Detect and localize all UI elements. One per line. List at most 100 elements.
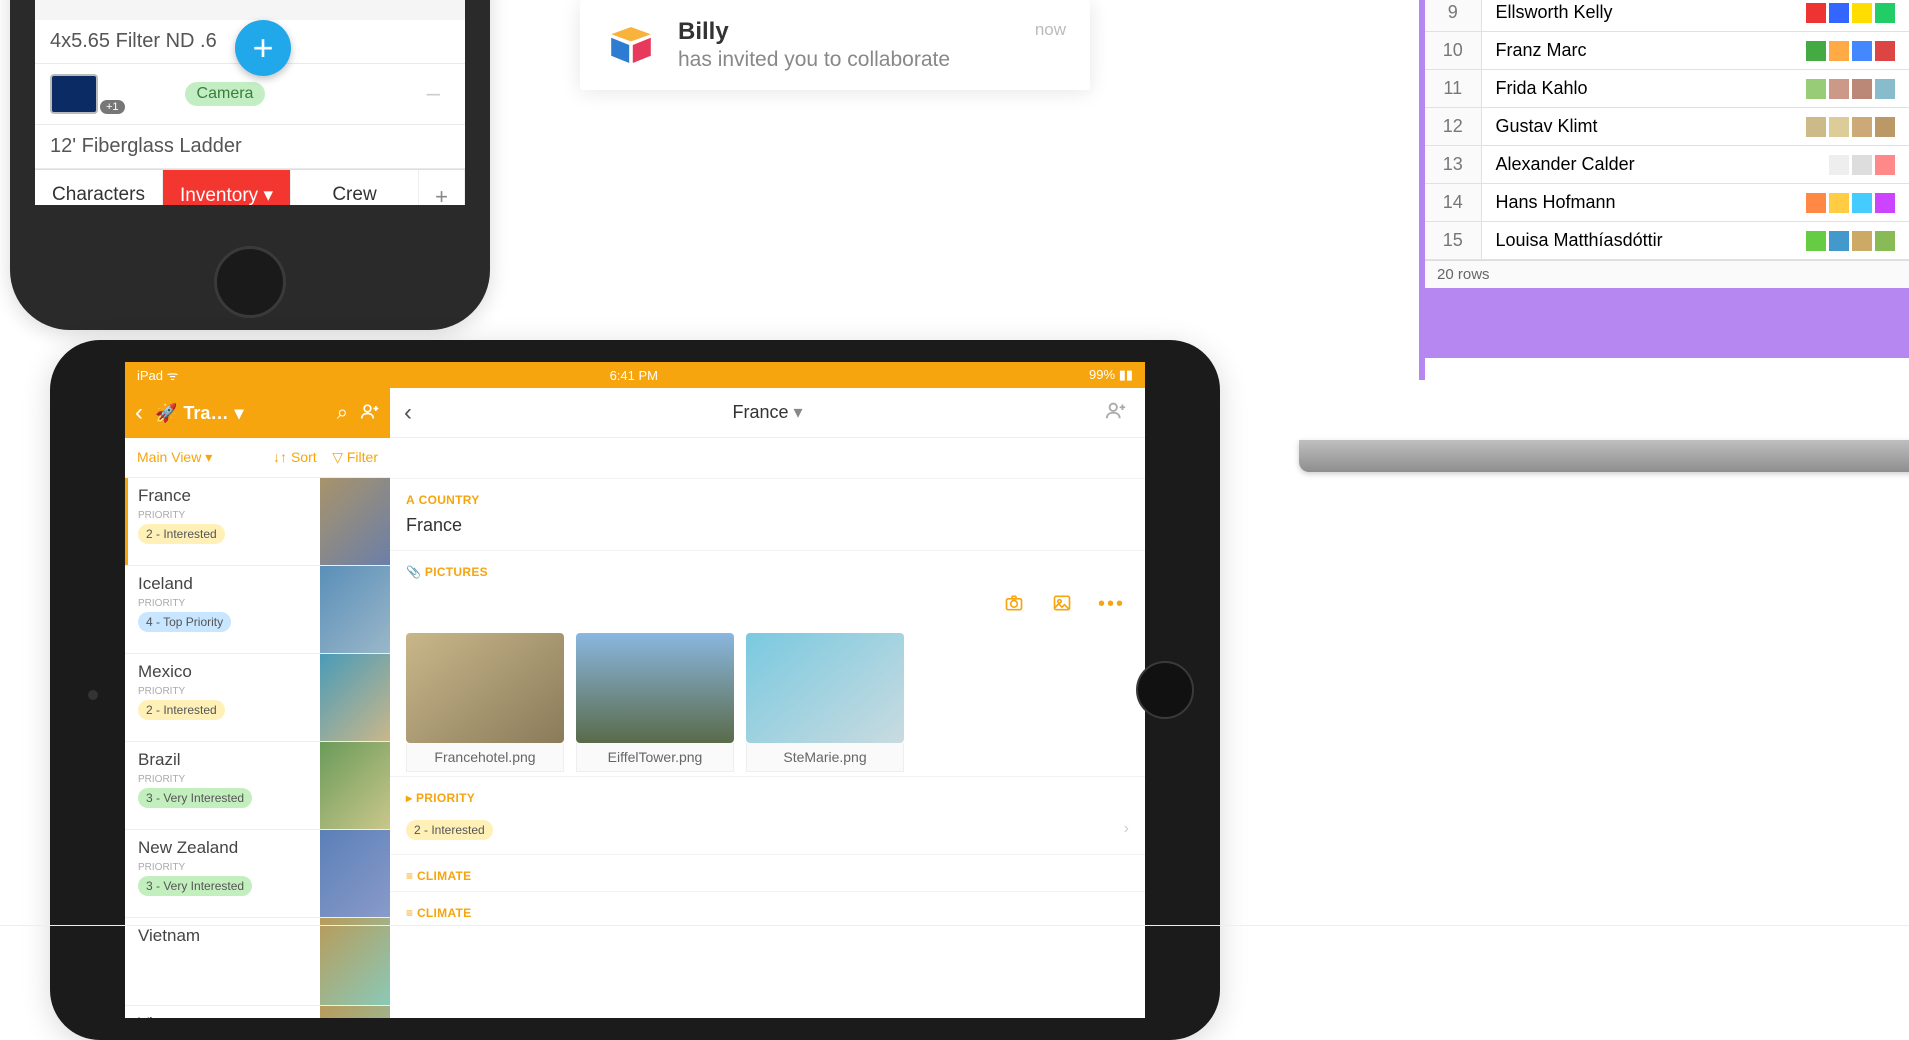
row-number: 14 — [1425, 184, 1481, 222]
row-ladder[interactable]: 12' Fiberglass Ladder — [35, 125, 465, 169]
ipad-screen: iPad ᯤ 6:41 PM 99% ▮▮ ‹ 🚀 Tra… ▾ ⌕ ‹ — [125, 362, 1145, 1018]
status-battery: 99% ▮▮ — [1089, 367, 1133, 383]
artist-name: Franz Marc — [1481, 32, 1792, 70]
section-climate-header: ≡ CLIMATE — [390, 854, 1145, 891]
attachment-icon: 📎 — [406, 565, 421, 579]
share-icon[interactable] — [360, 401, 380, 426]
detail-title[interactable]: France — [732, 402, 788, 422]
picture-item[interactable]: SteMarie.png — [746, 633, 904, 772]
priority-chip: 2 - Interested — [406, 820, 493, 840]
iphone-home-button[interactable] — [214, 246, 286, 318]
country-value[interactable]: France — [390, 515, 1145, 550]
section-pictures-header: 📎 PICTURES — [390, 550, 1145, 587]
list-item[interactable]: New Zealand PRIORITY 3 - Very Interested — [125, 830, 390, 918]
artist-name: Hans Hofmann — [1481, 184, 1792, 222]
text-field-icon: ≡ — [406, 869, 413, 883]
artwork-swatches — [1792, 184, 1909, 222]
back-chevron-icon[interactable]: ‹ — [135, 399, 143, 427]
list-item-title: New Zealand — [138, 838, 310, 858]
list-item-chip: 2 - Interested — [138, 700, 225, 720]
base-title[interactable]: Tra… — [183, 403, 228, 424]
artist-name: Louisa Matthíasdóttir — [1481, 222, 1792, 260]
table-row[interactable]: 13 Alexander Calder — [1425, 146, 1909, 184]
filter-button[interactable]: ▽ Filter — [332, 449, 378, 465]
iphone-device: 4x5.65 Filter ND .6 +1 Camera – 12' Fibe… — [10, 0, 490, 330]
list-item-chip: 4 - Top Priority — [138, 612, 231, 632]
picture-item[interactable]: EiffelTower.png — [576, 633, 734, 772]
row-ladder-text: 12' Fiberglass Ladder — [50, 135, 242, 157]
status-carrier: iPad ᯤ — [137, 366, 179, 384]
list-item-chip: 3 - Very Interested — [138, 876, 252, 896]
list-item[interactable]: Mexico PRIORITY 2 - Interested — [125, 654, 390, 742]
ipad-home-button[interactable] — [1136, 661, 1194, 719]
picture-thumbnail — [406, 633, 564, 743]
artwork-swatches — [1792, 70, 1909, 108]
notification-time: now — [1035, 20, 1066, 40]
list-item-label: PRIORITY — [138, 774, 310, 785]
artist-name: Ellsworth Kelly — [1481, 0, 1792, 32]
purple-bar — [1425, 288, 1909, 358]
notification-name: Billy — [678, 18, 729, 45]
section-climate-header-2: ≡ CLIMATE — [390, 891, 1145, 928]
artwork-swatches — [1792, 146, 1909, 184]
artist-name: Gustav Klimt — [1481, 108, 1792, 146]
list-item-thumbnail — [320, 742, 390, 829]
status-time: 6:41 PM — [610, 368, 658, 383]
table-row[interactable]: 9 Ellsworth Kelly — [1425, 0, 1909, 32]
gallery-icon[interactable] — [1050, 593, 1074, 619]
attachment-thumbnail — [50, 74, 98, 114]
table-row[interactable]: 10 Franz Marc — [1425, 32, 1909, 70]
rocket-icon: 🚀 — [155, 403, 177, 424]
laptop-screen: 6 Thornton Willis 7 Miya Ando 8 Barnett … — [1419, 0, 1909, 380]
add-fab-button[interactable]: + — [235, 20, 291, 76]
tab-crew[interactable]: Crew — [291, 170, 419, 205]
tab-characters[interactable]: Characters — [35, 170, 163, 205]
sort-button[interactable]: ↓↑ Sort — [273, 449, 317, 465]
view-selector[interactable]: Main View ▾ — [137, 449, 212, 466]
notification-body: has invited you to collaborate — [678, 48, 950, 72]
artwork-swatches — [1792, 222, 1909, 260]
more-icon[interactable]: ••• — [1098, 593, 1125, 619]
table-row[interactable]: 12 Gustav Klimt — [1425, 108, 1909, 146]
section-priority-header: ▸ PRIORITY — [390, 776, 1145, 813]
list-item[interactable]: Iceland PRIORITY 4 - Top Priority — [125, 566, 390, 654]
ipad-sidebar-list[interactable]: France PRIORITY 2 - Interested Iceland P… — [125, 478, 390, 1018]
chevron-down-icon: ▾ — [234, 403, 243, 424]
list-item-title: Mexico — [138, 662, 310, 682]
artwork-swatches — [1792, 0, 1909, 32]
camera-tag[interactable]: Camera — [185, 82, 266, 106]
picture-item[interactable]: Francehotel.png — [406, 633, 564, 772]
collab-notification[interactable]: Billy has invited you to collaborate now — [580, 0, 1090, 90]
attachment-count-badge: +1 — [100, 100, 125, 114]
detail-back-icon[interactable]: ‹ — [404, 399, 412, 427]
tab-add[interactable]: + — [419, 170, 465, 205]
row-number: 13 — [1425, 146, 1481, 184]
row-number: 11 — [1425, 70, 1481, 108]
pictures-row: Francehotel.png EiffelTower.png SteMarie… — [390, 625, 1145, 776]
list-item[interactable]: France PRIORITY 2 - Interested — [125, 478, 390, 566]
table-footer: 20 rows — [1425, 260, 1909, 288]
collaborators-icon[interactable] — [1105, 399, 1127, 426]
list-item-thumbnail — [320, 566, 390, 653]
priority-row[interactable]: 2 - Interested › — [390, 813, 1145, 854]
section-country-header: A COUNTRY — [390, 478, 1145, 515]
tab-inventory[interactable]: Inventory ▾ — [163, 170, 291, 205]
list-item[interactable]: Vietnam — [125, 1006, 390, 1018]
row-filter-text: 4x5.65 Filter ND .6 — [50, 30, 217, 52]
list-item[interactable]: Vietnam — [125, 918, 390, 1006]
list-item-label: PRIORITY — [138, 510, 310, 521]
ipad-detail-pane[interactable]: A COUNTRY France 📎 PICTURES ••• Franceho… — [390, 478, 1145, 1018]
tab-inventory-label: Inventory — [180, 185, 258, 205]
table-row[interactable]: 15 Louisa Matthíasdóttir — [1425, 222, 1909, 260]
ipad-topbar: ‹ 🚀 Tra… ▾ ⌕ ‹ France ▾ — [125, 388, 1145, 438]
row-number: 15 — [1425, 222, 1481, 260]
laptop-device: 6 Thornton Willis 7 Miya Ando 8 Barnett … — [1419, 0, 1909, 472]
row-number: 10 — [1425, 32, 1481, 70]
search-icon[interactable]: ⌕ — [337, 402, 348, 425]
list-item-title: Vietnam — [138, 1014, 310, 1018]
table-row[interactable]: 11 Frida Kahlo — [1425, 70, 1909, 108]
list-item-title: France — [138, 486, 310, 506]
table-row[interactable]: 14 Hans Hofmann — [1425, 184, 1909, 222]
camera-icon[interactable] — [1002, 593, 1026, 619]
list-item[interactable]: Brazil PRIORITY 3 - Very Interested — [125, 742, 390, 830]
